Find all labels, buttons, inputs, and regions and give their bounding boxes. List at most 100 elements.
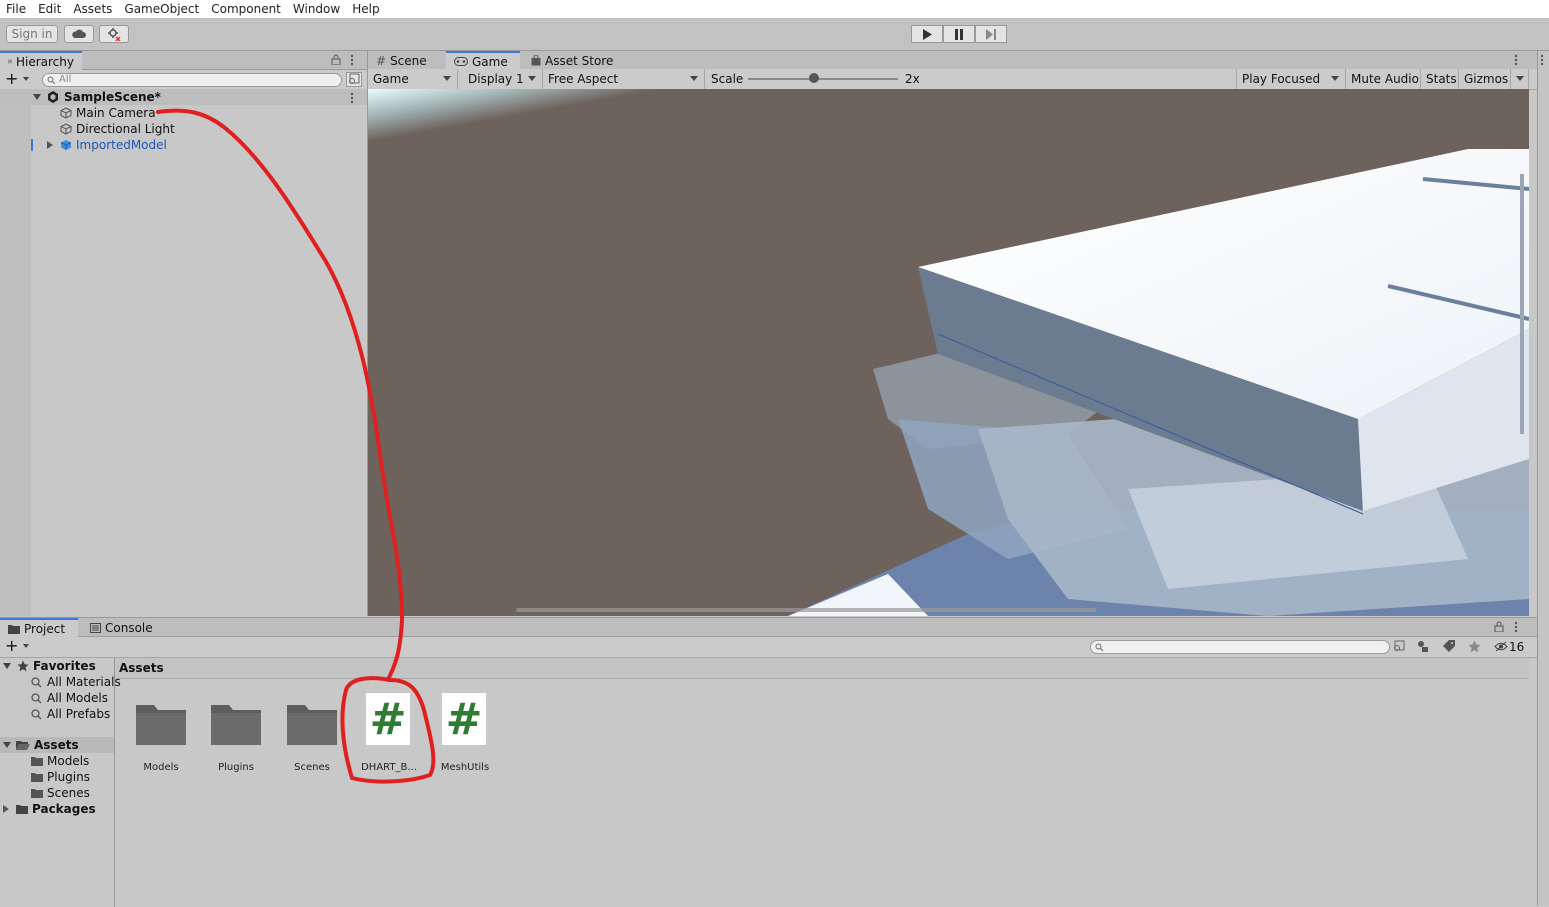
gizmos-dropdown[interactable] [1511, 69, 1529, 89]
tree-folder-models[interactable]: Models [31, 753, 89, 769]
side-more-icon[interactable] [1540, 54, 1544, 66]
asset-folder-models[interactable]: Models [125, 697, 197, 773]
tab-scene-label: Scene [390, 53, 427, 68]
play-button[interactable] [911, 25, 943, 43]
lock-icon[interactable] [331, 54, 341, 65]
search-options-button[interactable] [346, 72, 362, 87]
hierarchy-item-directional-light[interactable]: Directional Light [60, 121, 175, 137]
add-icon[interactable]: + [5, 70, 18, 88]
folder-icon [31, 789, 43, 798]
favorites-row[interactable]: Favorites [3, 658, 96, 674]
scene-more-icon[interactable] [350, 92, 354, 104]
viewport-scrollbar[interactable] [516, 608, 1096, 612]
menu-file[interactable]: File [0, 2, 32, 16]
play-focused-dropdown[interactable]: Play Focused [1236, 69, 1346, 89]
mute-audio-toggle[interactable]: Mute Audio [1346, 69, 1421, 89]
expand-icon[interactable] [3, 663, 11, 669]
hierarchy-gutter [0, 91, 31, 616]
menu-gameobject[interactable]: GameObject [118, 2, 205, 16]
search-options-icon [349, 73, 360, 84]
filter-by-type-icon[interactable] [1416, 640, 1430, 653]
menu-edit[interactable]: Edit [32, 2, 67, 16]
favorite-star-icon[interactable] [1468, 640, 1481, 653]
add-dropdown-icon[interactable] [23, 77, 29, 81]
display-dropdown[interactable]: Display 1 [463, 69, 543, 89]
view-more-icon[interactable] [1514, 54, 1518, 66]
tab-console[interactable]: Console [82, 618, 162, 637]
folder-icon [16, 805, 28, 814]
game-viewport[interactable] [368, 89, 1529, 616]
gizmos-toggle[interactable]: Gizmos [1459, 69, 1511, 89]
collab-button[interactable] [99, 25, 129, 43]
aspect-dropdown[interactable]: Free Aspect [543, 69, 705, 89]
collapse-icon[interactable] [47, 141, 53, 149]
scene-row[interactable]: SampleScene* [33, 89, 161, 105]
tab-asset-store[interactable]: Asset Store [523, 51, 623, 70]
menu-help[interactable]: Help [346, 2, 385, 16]
asset-script-dhart[interactable]: # DHART_B... [353, 691, 425, 773]
lock-icon[interactable] [1494, 621, 1504, 632]
step-button[interactable] [975, 25, 1007, 43]
tab-project[interactable]: Project [0, 618, 78, 637]
menu-assets[interactable]: Assets [67, 2, 118, 16]
hidden-count: 16 [1509, 640, 1525, 654]
favorite-all-prefabs[interactable]: All Prefabs [31, 706, 110, 722]
asset-script-meshutils[interactable]: # MeshUtils [429, 691, 501, 773]
search-icon [47, 76, 56, 85]
menu-component[interactable]: Component [205, 2, 287, 16]
tab-scene[interactable]: # Scene [368, 51, 446, 70]
assets-row[interactable]: Assets [3, 737, 79, 753]
expand-icon[interactable] [33, 94, 41, 100]
scale-slider-thumb[interactable] [809, 73, 819, 83]
favorite-all-models[interactable]: All Models [31, 690, 108, 706]
hidden-eye-icon[interactable] [1494, 641, 1508, 652]
more-options-icon[interactable] [350, 54, 354, 66]
create-dropdown-icon[interactable] [23, 644, 29, 648]
pause-icon [955, 28, 963, 40]
gamepad-icon [454, 57, 468, 66]
cloud-icon [72, 29, 86, 38]
hierarchy-item-imported-model[interactable]: ImportedModel [47, 137, 167, 153]
right-pole [1520, 174, 1524, 434]
project-search-input[interactable] [1090, 640, 1390, 654]
sign-in-button[interactable]: Sign in [6, 25, 58, 43]
all-materials-label: All Materials [47, 675, 121, 689]
gameobject-cube-icon [60, 107, 72, 119]
scale-value: 2x [905, 72, 920, 86]
dropdown-arrow-icon [443, 76, 451, 81]
game-mode-dropdown[interactable]: Game [368, 69, 458, 89]
directional-light-label: Directional Light [76, 122, 175, 136]
stats-toggle[interactable]: Stats [1421, 69, 1459, 89]
asset-folder-scenes[interactable]: Scenes [276, 697, 348, 773]
tab-asset-store-label: Asset Store [545, 53, 614, 68]
collapse-icon[interactable] [3, 805, 9, 813]
create-icon[interactable]: + [5, 637, 18, 655]
hierarchy-item-main-camera[interactable]: Main Camera [60, 105, 156, 121]
display-label: Display 1 [468, 72, 524, 86]
asset-label: DHART_B... [361, 762, 417, 773]
tab-game[interactable]: Game [446, 51, 520, 70]
all-models-label: All Models [47, 691, 108, 705]
unity-scene-icon [48, 91, 58, 103]
menu-window[interactable]: Window [287, 2, 346, 16]
tree-folder-plugins[interactable]: Plugins [31, 769, 90, 785]
breadcrumb-assets[interactable]: Assets [119, 661, 164, 675]
pause-button[interactable] [943, 25, 975, 43]
tab-hierarchy[interactable]: Hierarchy [0, 51, 82, 70]
folder-open-icon [16, 740, 30, 750]
favorite-all-materials[interactable]: All Materials [31, 674, 121, 690]
tree-folder-scenes[interactable]: Scenes [31, 785, 90, 801]
cloud-button[interactable] [64, 25, 94, 43]
asset-folder-plugins[interactable]: Plugins [200, 697, 272, 773]
search-options-icon[interactable] [1392, 640, 1406, 653]
main-camera-label: Main Camera [76, 106, 156, 120]
more-options-icon[interactable] [1514, 621, 1518, 633]
filter-by-label-icon[interactable] [1442, 640, 1456, 653]
right-dock-strip [1537, 51, 1549, 906]
folder-icon [287, 705, 337, 745]
expand-icon[interactable] [3, 742, 11, 748]
scale-slider-track[interactable] [748, 78, 898, 80]
packages-row[interactable]: Packages [3, 801, 96, 817]
dropdown-arrow-icon [528, 76, 536, 81]
hierarchy-search-input[interactable]: All [42, 73, 342, 87]
